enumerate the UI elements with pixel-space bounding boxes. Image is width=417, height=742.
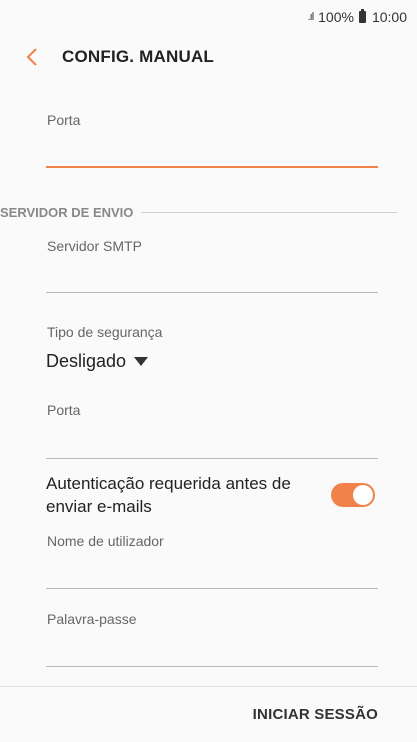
smtp-server-underline — [46, 292, 378, 293]
status-bar: .ıl 100% 10:00 — [0, 0, 417, 34]
incoming-port-underline — [46, 166, 378, 168]
smtp-server-input[interactable] — [46, 264, 378, 290]
password-underline — [46, 666, 378, 667]
back-button[interactable] — [10, 38, 54, 76]
outgoing-port-underline — [46, 458, 378, 459]
page-title: CONFIG. MANUAL — [62, 47, 215, 66]
chevron-left-icon — [26, 48, 37, 66]
incoming-port-label: Porta — [47, 112, 81, 128]
password-label: Palavra-passe — [47, 611, 137, 627]
username-label: Nome de utilizador — [47, 533, 164, 549]
outgoing-port-input[interactable] — [46, 430, 378, 456]
app-header: CONFIG. MANUAL — [0, 38, 417, 76]
auth-required-toggle[interactable] — [331, 483, 375, 507]
security-type-value: Desligado — [46, 351, 127, 371]
section-header-outgoing: SERVIDOR DE ENVIO — [0, 205, 397, 220]
dropdown-arrow-icon — [134, 357, 149, 366]
username-underline — [46, 588, 378, 589]
battery-icon — [358, 9, 366, 23]
username-input[interactable] — [46, 560, 378, 586]
battery-percentage: 100% — [318, 9, 354, 25]
auth-required-label: Autenticação requerida antes de enviar e… — [46, 474, 291, 516]
clock: 10:00 — [371, 9, 407, 25]
signal-icon: .ıl — [307, 11, 314, 23]
incoming-port-input[interactable] — [46, 138, 378, 164]
security-type-label: Tipo de segurança — [47, 324, 163, 340]
smtp-server-label: Servidor SMTP — [47, 238, 142, 254]
security-type-dropdown[interactable]: Desligado — [46, 351, 149, 372]
outgoing-port-label: Porta — [47, 402, 81, 418]
password-input[interactable] — [46, 638, 378, 664]
toggle-knob — [353, 485, 373, 505]
sign-in-button[interactable]: INICIAR SESSÃO — [253, 706, 378, 723]
section-title: SERVIDOR DE ENVIO — [0, 205, 134, 220]
divider — [141, 212, 397, 213]
